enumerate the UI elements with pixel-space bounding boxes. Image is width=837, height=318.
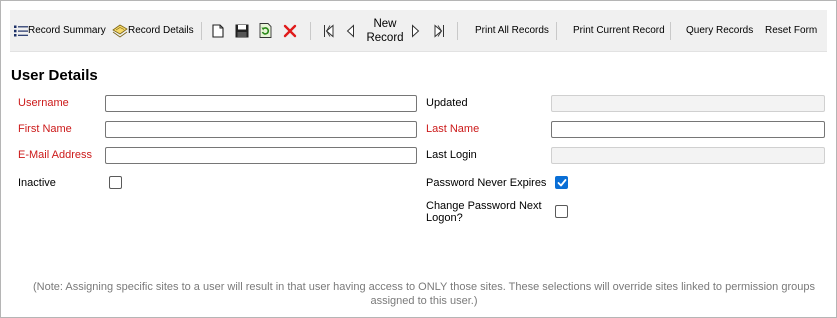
change-password-label-line1: Change Password Next: [426, 200, 542, 212]
record-summary-button[interactable]: Record Summary: [14, 10, 106, 51]
new-document-button[interactable]: [212, 10, 224, 51]
change-password-label-line2: Logon?: [426, 212, 463, 224]
first-name-label: First Name: [18, 123, 72, 135]
toolbar-separator: [457, 22, 458, 40]
print-current-record-button[interactable]: Print Current Record: [573, 10, 665, 51]
toolbar: Record Summary Record Details New Record…: [10, 10, 827, 52]
new-record-label-line1: New: [373, 17, 397, 30]
print-all-records-label: Print All Records: [475, 25, 549, 36]
reset-form-button[interactable]: Reset Form: [765, 10, 817, 51]
new-document-icon: [212, 23, 224, 38]
delete-button[interactable]: [283, 10, 297, 51]
toolbar-separator: [556, 22, 557, 40]
last-login-field: [551, 147, 825, 164]
first-record-button[interactable]: [323, 10, 335, 51]
last-record-icon: [433, 23, 445, 38]
delete-icon: [283, 24, 297, 38]
user-details-panel: Record Summary Record Details New Record…: [0, 0, 837, 318]
toolbar-separator: [670, 22, 671, 40]
last-name-input[interactable]: [551, 121, 825, 138]
inactive-label: Inactive: [18, 177, 56, 189]
email-label: E-Mail Address: [18, 149, 92, 161]
record-details-icon: [112, 24, 128, 38]
inactive-checkbox[interactable]: [109, 176, 122, 189]
record-details-label: Record Details: [128, 25, 194, 36]
first-name-input[interactable]: [105, 121, 417, 138]
previous-record-button[interactable]: [346, 10, 355, 51]
change-password-checkbox[interactable]: [555, 205, 568, 218]
checkmark-icon: [557, 179, 567, 187]
query-records-button[interactable]: Query Records: [686, 10, 753, 51]
change-password-label: Change Password Next Logon?: [426, 200, 542, 224]
last-login-label: Last Login: [426, 149, 477, 161]
print-current-record-label: Print Current Record: [573, 25, 665, 36]
password-never-expires-checkbox[interactable]: [555, 176, 568, 189]
previous-record-icon: [346, 23, 355, 38]
updated-label: Updated: [426, 97, 468, 109]
list-icon: [14, 25, 28, 37]
site-assignment-note: (Note: Assigning specific sites to a use…: [33, 281, 815, 307]
new-record-button[interactable]: New Record: [366, 10, 404, 51]
refresh-button[interactable]: [259, 10, 272, 51]
password-never-expires-label: Password Never Expires: [426, 177, 547, 189]
last-record-button[interactable]: [433, 10, 445, 51]
save-button[interactable]: [235, 10, 249, 51]
email-input[interactable]: [105, 147, 417, 164]
save-icon: [235, 24, 249, 38]
record-summary-label: Record Summary: [28, 25, 106, 36]
username-label: Username: [18, 97, 69, 109]
next-record-button[interactable]: [411, 10, 420, 51]
print-all-records-button[interactable]: Print All Records: [475, 10, 549, 51]
reset-form-label: Reset Form: [765, 25, 818, 36]
query-records-label: Query Records: [686, 25, 754, 36]
first-record-icon: [323, 23, 335, 38]
record-details-button[interactable]: Record Details: [112, 10, 194, 51]
refresh-icon: [259, 23, 272, 38]
next-record-icon: [411, 23, 420, 38]
new-record-label-line2: Record: [366, 31, 404, 44]
toolbar-separator: [201, 22, 202, 40]
last-name-label: Last Name: [426, 123, 480, 135]
toolbar-separator: [310, 22, 311, 40]
username-input[interactable]: [105, 95, 417, 112]
updated-field: [551, 95, 825, 112]
page-title: User Details: [11, 67, 98, 84]
